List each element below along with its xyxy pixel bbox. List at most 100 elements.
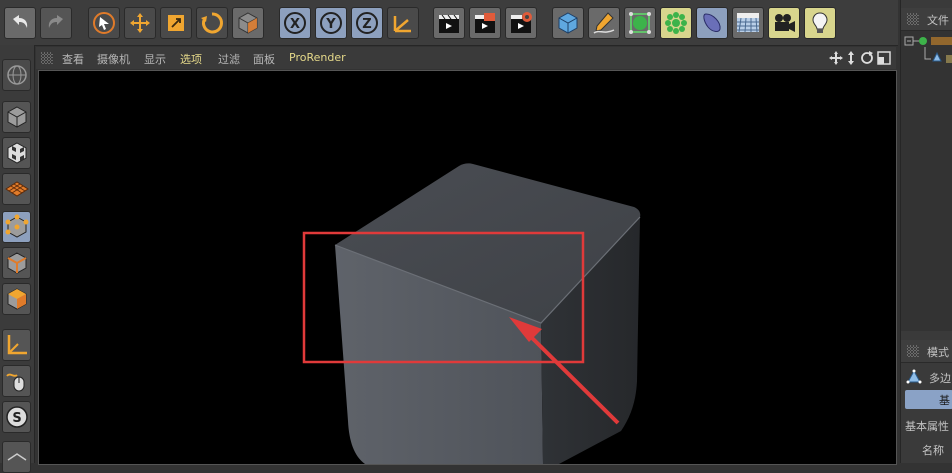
axis-icon (7, 335, 27, 355)
svg-text:Z: Z (362, 17, 371, 32)
undo-icon (13, 15, 28, 28)
redo-button[interactable] (40, 7, 72, 39)
object-mode-button[interactable] (232, 7, 264, 39)
light-button[interactable] (804, 7, 836, 39)
floor-button[interactable] (732, 7, 764, 39)
panel-grip[interactable] (907, 345, 919, 357)
add-cube-button[interactable] (552, 7, 584, 39)
move-tool-button[interactable] (124, 7, 156, 39)
render-settings-icon (511, 12, 532, 33)
scale-tool-button[interactable] (160, 7, 192, 39)
viewport-nav-controls (829, 51, 891, 65)
cube-object[interactable] (334, 163, 641, 464)
render-settings-button[interactable] (505, 7, 537, 39)
axis-mode-button[interactable] (2, 329, 31, 361)
select-icon (93, 12, 115, 34)
coordinate-system-button[interactable] (387, 7, 419, 39)
camera-icon (775, 14, 795, 32)
menu-view[interactable]: 查看 (62, 51, 84, 67)
svg-text:Y: Y (325, 17, 336, 32)
cube-icon (558, 12, 578, 34)
object-tree (904, 36, 952, 63)
right-panel: 文件 模式 多边 基 基本属性 名称 (900, 0, 952, 463)
workplane-mode-button[interactable] (2, 173, 31, 205)
snap-icon: S (5, 406, 28, 428)
subdivision-icon (919, 37, 927, 45)
subdivision-icon (629, 12, 651, 34)
svg-text:X: X (290, 17, 300, 32)
left-toolbar: S (0, 45, 35, 473)
pan-icon[interactable] (829, 51, 843, 65)
y-axis-toggle[interactable]: Y (315, 7, 347, 39)
grid-plane-icon (4, 181, 29, 197)
viewport-menu-bar: 查看 摄像机 显示 选项 过滤 面板 ProRender (36, 47, 896, 69)
edge-mode-button[interactable] (2, 247, 31, 279)
rotate-tool-button[interactable] (196, 7, 228, 39)
zoom-icon[interactable] (848, 51, 854, 65)
deformer-button[interactable] (696, 7, 728, 39)
svg-text:S: S (12, 411, 21, 426)
model-mode-button[interactable] (2, 101, 31, 133)
subdivision-surface-button[interactable] (624, 7, 656, 39)
camera-button[interactable] (768, 7, 800, 39)
tweak-mode-button[interactable] (2, 365, 31, 397)
mouse-icon (5, 373, 24, 392)
move-icon (130, 13, 150, 33)
deformer-icon (703, 13, 721, 32)
objects-panel-header: 文件 (901, 8, 952, 31)
object-icon (238, 12, 258, 34)
x-axis-toggle[interactable]: X (279, 7, 311, 39)
tab-mode[interactable]: 模式 (927, 344, 949, 360)
polygon-icon (906, 369, 922, 384)
render-view-button[interactable] (433, 7, 465, 39)
workplane-button[interactable] (2, 59, 31, 91)
render-picture-viewer-button[interactable] (469, 7, 501, 39)
menu-options[interactable]: 选项 (180, 51, 202, 67)
pen-icon (593, 12, 615, 34)
scale-icon (168, 15, 184, 31)
globe-icon (6, 65, 27, 85)
tab-file[interactable]: 文件 (927, 12, 949, 28)
perspective-viewport[interactable] (38, 70, 897, 465)
undo-button[interactable] (4, 7, 36, 39)
basic-properties-heading: 基本属性 (905, 420, 949, 433)
point-mode-icon (5, 214, 28, 238)
z-axis-icon: Z (356, 12, 378, 34)
menu-panel[interactable]: 面板 (253, 51, 275, 67)
object-type-label: 多边 (929, 372, 951, 385)
menu-prorender[interactable]: ProRender (289, 51, 346, 64)
array-button[interactable] (660, 7, 692, 39)
tab-basic-label: 基 (939, 394, 950, 407)
y-axis-icon: Y (320, 12, 342, 34)
tab-basic[interactable]: 基 (905, 390, 952, 409)
point-mode-button[interactable] (2, 211, 31, 243)
coordinate-system-icon (393, 16, 411, 33)
polygon-mode-icon (7, 288, 26, 310)
floor-icon (737, 13, 759, 33)
menu-cameras[interactable]: 摄像机 (97, 51, 130, 67)
texture-mode-icon (7, 142, 26, 164)
lock-workplane-icon (7, 453, 26, 461)
render-picture-viewer-icon (475, 13, 495, 33)
polygon-mode-button[interactable] (2, 283, 31, 315)
menu-filter[interactable]: 过滤 (218, 51, 240, 67)
panel-grip[interactable] (41, 52, 53, 64)
orbit-icon[interactable] (861, 51, 873, 64)
texture-mode-button[interactable] (2, 137, 31, 169)
select-tool-button[interactable] (88, 7, 120, 39)
panel-grip[interactable] (907, 13, 919, 25)
array-icon (665, 12, 687, 34)
z-axis-toggle[interactable]: Z (351, 7, 383, 39)
render-view-icon (439, 14, 459, 33)
redo-icon (48, 15, 63, 28)
menu-display[interactable]: 显示 (144, 51, 166, 67)
polygon-object-icon (932, 51, 942, 62)
pen-tool-button[interactable] (588, 7, 620, 39)
snap-button[interactable]: S (2, 401, 31, 433)
main-toolbar: X Y Z (0, 0, 898, 46)
maximize-viewport-icon[interactable] (877, 51, 891, 65)
attributes-panel-header: 模式 (901, 340, 952, 363)
rotate-icon (201, 12, 223, 34)
viewport-canvas (302, 163, 641, 464)
lock-workplane-button[interactable] (2, 441, 31, 473)
